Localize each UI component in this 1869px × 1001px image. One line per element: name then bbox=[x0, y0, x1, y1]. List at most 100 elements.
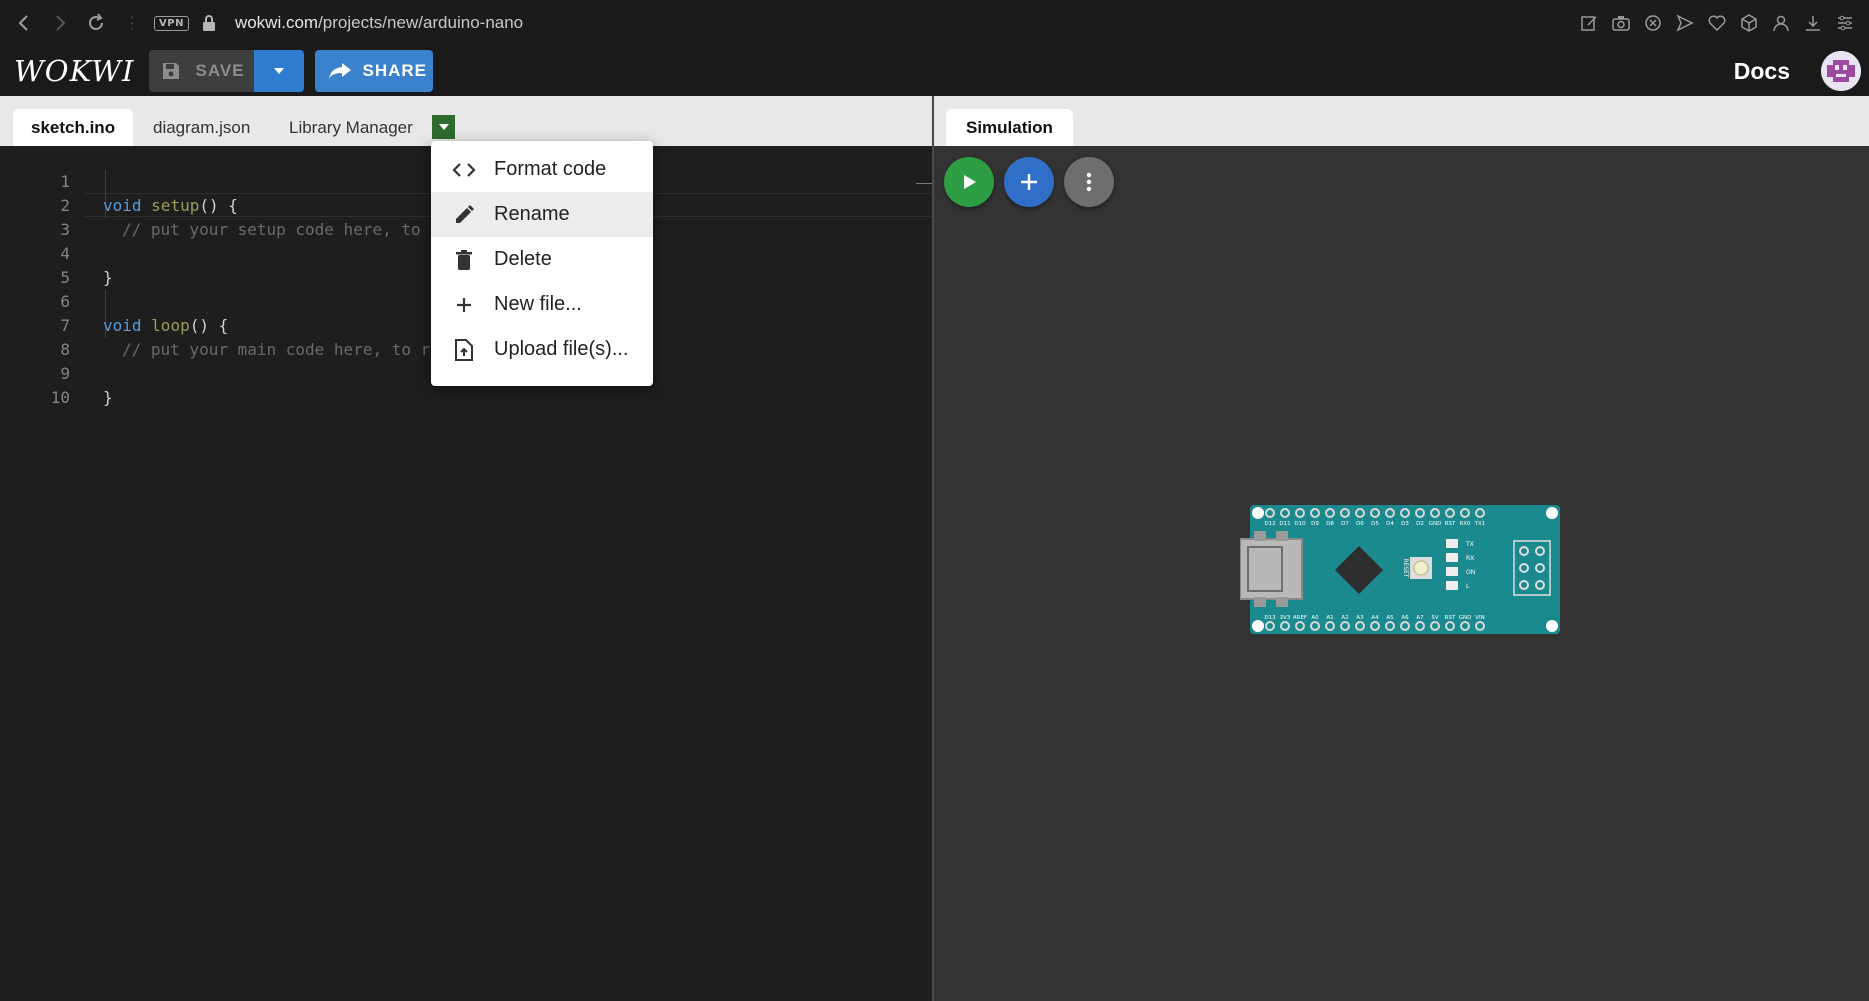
code-line: 10 bbox=[0, 362, 70, 407]
code-token: } bbox=[103, 388, 113, 407]
account-icon[interactable] bbox=[1765, 7, 1797, 39]
board-pin[interactable] bbox=[1295, 508, 1305, 518]
menu-item-format-code[interactable]: Format code bbox=[431, 147, 653, 192]
menu-item-label: Format code bbox=[494, 158, 607, 180]
code-line: 8 bbox=[0, 314, 70, 359]
board-pin[interactable] bbox=[1370, 621, 1380, 631]
add-part-button[interactable] bbox=[1004, 157, 1054, 207]
board-pin[interactable] bbox=[1265, 508, 1275, 518]
tab-simulation[interactable]: Simulation bbox=[946, 109, 1073, 146]
heart-icon[interactable] bbox=[1701, 7, 1733, 39]
pin-label: A2 bbox=[1341, 615, 1348, 621]
pin-label: D2 bbox=[1416, 521, 1424, 527]
pin-label: 3V3 bbox=[1280, 615, 1291, 621]
wokwi-logo[interactable]: WOKWI bbox=[14, 54, 134, 88]
settings-menu-icon[interactable] bbox=[1829, 7, 1861, 39]
back-button[interactable] bbox=[6, 5, 42, 41]
vpn-badge[interactable]: VPN bbox=[154, 15, 189, 31]
board-pin[interactable] bbox=[1430, 621, 1440, 631]
code-token: () { bbox=[199, 196, 238, 215]
function-token: loop bbox=[151, 316, 190, 335]
pin-label: A5 bbox=[1386, 615, 1394, 621]
code-line: 5 bbox=[0, 242, 70, 287]
led-label: ON bbox=[1466, 569, 1475, 576]
board-pin[interactable] bbox=[1400, 621, 1410, 631]
board-pin[interactable] bbox=[1340, 508, 1350, 518]
board-pin[interactable] bbox=[1325, 621, 1335, 631]
menu-item-delete[interactable]: Delete bbox=[431, 237, 653, 282]
tab-library-manager[interactable]: Library Manager bbox=[271, 109, 431, 146]
camera-icon[interactable] bbox=[1605, 7, 1637, 39]
avatar[interactable] bbox=[1821, 51, 1861, 91]
forward-button[interactable] bbox=[42, 5, 78, 41]
download-icon[interactable] bbox=[1797, 7, 1829, 39]
reload-button[interactable] bbox=[78, 5, 114, 41]
pin-label: D12 bbox=[1264, 521, 1275, 527]
reset-label: RESET bbox=[1402, 558, 1409, 578]
cube-icon[interactable] bbox=[1733, 7, 1765, 39]
pin-label: A1 bbox=[1326, 615, 1333, 621]
lock-icon[interactable] bbox=[201, 14, 217, 32]
code-line: 4 } bbox=[0, 218, 112, 287]
board-pin[interactable] bbox=[1310, 621, 1320, 631]
save-button[interactable]: SAVE bbox=[149, 50, 255, 92]
board-pin[interactable] bbox=[1340, 621, 1350, 631]
toolbar-separator: ⋮ bbox=[124, 15, 140, 32]
board-pin[interactable] bbox=[1385, 621, 1395, 631]
board-pin[interactable] bbox=[1355, 508, 1365, 518]
more-options-button[interactable] bbox=[1064, 157, 1114, 207]
pin-label: A4 bbox=[1371, 615, 1379, 621]
simulation-canvas[interactable]: RESET TX RX ON L D12 D11 D10 D9 D8 D7 D6 D5 D4 D3… bbox=[934, 146, 1869, 1001]
docs-link[interactable]: Docs bbox=[1734, 58, 1790, 85]
menu-item-rename[interactable]: Rename bbox=[431, 192, 653, 237]
board-pin[interactable] bbox=[1475, 621, 1485, 631]
board-pin[interactable] bbox=[1415, 508, 1425, 518]
send-icon[interactable] bbox=[1669, 7, 1701, 39]
board-pin[interactable] bbox=[1280, 621, 1290, 631]
share-button[interactable]: SHARE bbox=[315, 50, 434, 92]
simulation-tabs: Simulation bbox=[934, 96, 1869, 146]
code-line: 3 bbox=[0, 194, 70, 239]
board-pin[interactable] bbox=[1355, 621, 1365, 631]
function-token: setup bbox=[151, 196, 200, 215]
board-pin[interactable] bbox=[1280, 508, 1290, 518]
app-header: WOKWI SAVE SHARE Docs bbox=[0, 46, 1869, 96]
board-pin[interactable] bbox=[1460, 508, 1470, 518]
board-pin[interactable] bbox=[1445, 508, 1455, 518]
tab-sketch-ino[interactable]: sketch.ino bbox=[13, 109, 134, 146]
board-pin[interactable] bbox=[1385, 508, 1395, 518]
arduino-nano-board[interactable]: RESET TX RX ON L D12 D11 D10 D9 D8 D7 D6 D5 D4 D3… bbox=[1240, 505, 1560, 637]
start-simulation-button[interactable] bbox=[944, 157, 994, 207]
board-pin[interactable] bbox=[1475, 508, 1485, 518]
pin-label: AREF bbox=[1293, 615, 1307, 621]
play-icon bbox=[964, 175, 976, 189]
block-icon[interactable] bbox=[1637, 7, 1669, 39]
board-pin[interactable] bbox=[1430, 508, 1440, 518]
board-pin[interactable] bbox=[1460, 621, 1470, 631]
file-menu-toggle[interactable] bbox=[432, 115, 455, 139]
save-options-dropdown[interactable] bbox=[254, 50, 305, 92]
board-pin[interactable] bbox=[1415, 621, 1425, 631]
pin-label: RST bbox=[1445, 521, 1456, 527]
line-content: void setup() { bbox=[103, 194, 238, 218]
line-number: 10 bbox=[50, 388, 70, 407]
board-pin[interactable] bbox=[1445, 621, 1455, 631]
address-bar[interactable]: wokwi.com/projects/new/arduino-nano bbox=[235, 13, 523, 33]
board-pin[interactable] bbox=[1370, 508, 1380, 518]
tab-diagram-json[interactable]: diagram.json bbox=[135, 109, 268, 146]
share-label: SHARE bbox=[362, 61, 427, 80]
board-pin[interactable] bbox=[1325, 508, 1335, 518]
pin-label: D9 bbox=[1311, 521, 1319, 527]
pin-label: D6 bbox=[1356, 521, 1364, 527]
board-pin[interactable] bbox=[1295, 621, 1305, 631]
edit-icon[interactable] bbox=[1573, 7, 1605, 39]
menu-item-new-file[interactable]: New file... bbox=[431, 282, 653, 327]
code-line: 7 // put your main code here, to r bbox=[0, 290, 430, 359]
code-line: 6 void loop() { bbox=[0, 266, 228, 335]
led-label: TX bbox=[1465, 541, 1474, 548]
line-content: } bbox=[103, 386, 113, 410]
board-pin[interactable] bbox=[1310, 508, 1320, 518]
board-pin[interactable] bbox=[1265, 621, 1275, 631]
menu-item-upload-files[interactable]: Upload file(s)... bbox=[431, 327, 653, 372]
board-pin[interactable] bbox=[1400, 508, 1410, 518]
